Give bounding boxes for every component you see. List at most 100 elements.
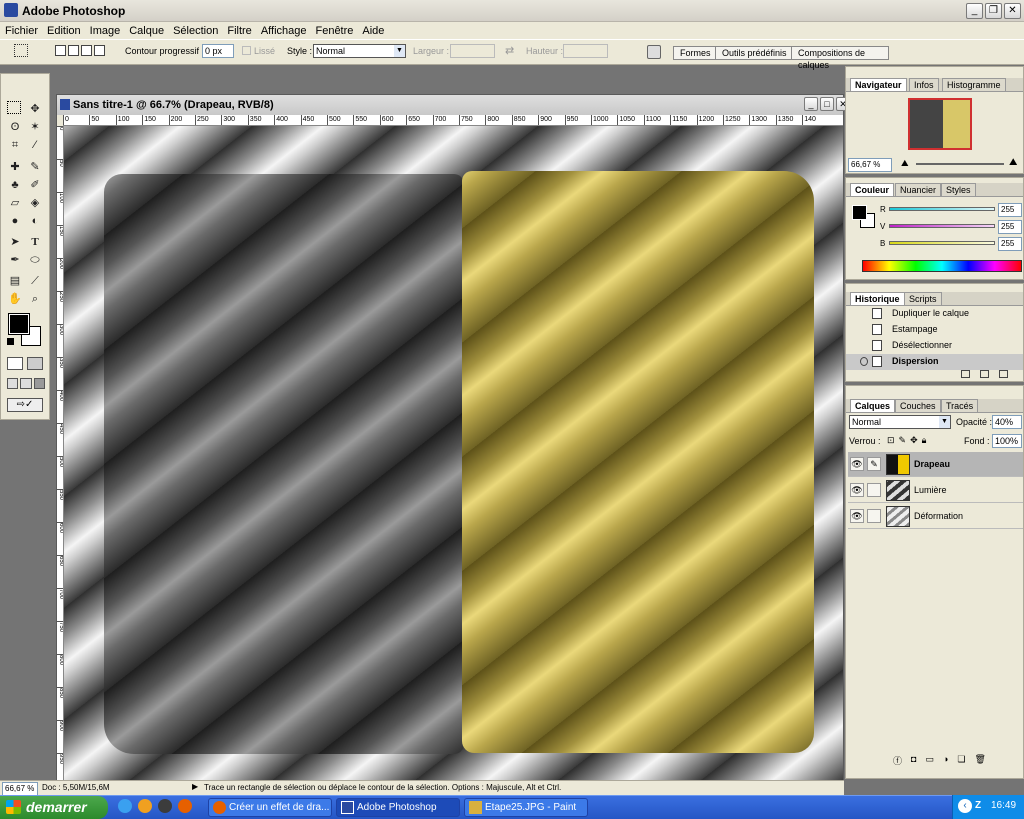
magic-wand-icon[interactable]: ✶	[27, 119, 43, 135]
tab-historique[interactable]: Historique	[850, 292, 905, 305]
firefox-icon[interactable]	[178, 799, 192, 813]
default-colors-icon[interactable]	[7, 338, 14, 345]
layer-row-drapeau[interactable]: 👁︎ ✎ Drapeau	[848, 452, 1023, 477]
visibility-eye-icon[interactable]: 👁︎	[850, 457, 864, 471]
dodge-tool-icon[interactable]: ◐	[27, 213, 43, 229]
minimize-button[interactable]: _	[966, 3, 983, 19]
tab-traces[interactable]: Tracés	[941, 399, 979, 412]
tab-styles[interactable]: Styles	[941, 183, 976, 196]
lock-pixels-icon[interactable]: ✎	[899, 435, 907, 447]
navigator-thumbnail[interactable]	[908, 98, 972, 150]
path-select-icon[interactable]: ➤	[7, 234, 23, 250]
zoom-out-icon[interactable]: ⛰	[901, 158, 909, 169]
screen-mode-icons[interactable]	[7, 378, 45, 389]
quickmask-mode-icon[interactable]	[27, 357, 43, 370]
tab-infos[interactable]: Infos	[909, 78, 939, 91]
visibility-eye-icon[interactable]: 👁︎	[850, 509, 864, 523]
task-firefox[interactable]: Créer un effet de dra...	[208, 798, 332, 817]
menu-filtre[interactable]: Filtre	[227, 25, 251, 37]
task-paint[interactable]: Etape25.JPG - Paint	[464, 798, 588, 817]
imageready-jump-icon[interactable]: ⇨✓	[7, 398, 43, 412]
tab-couches[interactable]: Couches	[895, 399, 941, 412]
close-button[interactable]: ✕	[1004, 3, 1021, 19]
link-empty-icon[interactable]	[867, 483, 881, 497]
back-arrow-icon[interactable]: ‹	[958, 799, 972, 813]
color-spectrum-bar[interactable]	[862, 260, 1022, 272]
tab-outils-predefinis[interactable]: Outils prédéfinis	[715, 46, 794, 60]
tab-compositions[interactable]: Compositions de calques	[791, 46, 889, 70]
navigator-zoom-field[interactable]: 66,67 %	[848, 158, 892, 172]
move-tool-icon[interactable]: ✥	[27, 101, 43, 117]
zoom-field[interactable]: 66,67 %	[2, 782, 38, 796]
healing-brush-icon[interactable]: ✚	[7, 159, 23, 175]
task-photoshop[interactable]: Adobe Photoshop	[336, 798, 460, 817]
menu-selection[interactable]: Sélection	[173, 25, 218, 37]
layer-style-icon[interactable]: ⓕ	[893, 754, 902, 766]
tab-histogramme[interactable]: Histogramme	[942, 78, 1006, 91]
menu-affichage[interactable]: Affichage	[261, 25, 307, 37]
restore-button[interactable]: ❐	[985, 3, 1002, 19]
channel-r-slider[interactable]	[889, 207, 995, 211]
lock-position-icon[interactable]: ✥	[910, 435, 918, 447]
color-fg-swatch[interactable]	[852, 205, 867, 220]
link-empty-icon[interactable]	[867, 509, 881, 523]
style-select[interactable]: Normal ▼	[313, 44, 406, 58]
standard-mode-icon[interactable]	[7, 357, 23, 370]
eyedropper-icon[interactable]: ⟋	[27, 273, 43, 289]
adjustment-layer-icon[interactable]: ◑	[943, 754, 948, 766]
blur-tool-icon[interactable]: ●	[7, 213, 23, 229]
language-icon[interactable]: Z	[975, 795, 981, 817]
media-player-icon[interactable]	[138, 799, 152, 813]
tab-formes[interactable]: Formes	[673, 46, 718, 60]
media-icon[interactable]	[158, 799, 172, 813]
zoom-in-icon[interactable]: ⛰	[1009, 157, 1017, 168]
tab-scripts[interactable]: Scripts	[904, 292, 942, 305]
lock-icons[interactable]: ⊡ ✎ ✥ 🔒︎	[887, 435, 943, 447]
play-icon[interactable]: ▶	[192, 782, 198, 791]
menu-image[interactable]: Image	[90, 25, 121, 37]
swap-icon[interactable]: ⇄	[505, 44, 514, 57]
type-tool-icon[interactable]: T	[27, 234, 43, 250]
new-layer-icon[interactable]: ❏	[957, 754, 965, 766]
channel-v-value[interactable]: 255	[998, 220, 1022, 234]
marquee-preset-icon[interactable]	[14, 44, 28, 57]
layer-mask-icon[interactable]: ◘	[911, 754, 916, 766]
crop-tool-icon[interactable]: ⌗	[7, 137, 23, 153]
height-input[interactable]	[563, 44, 608, 58]
navigator-zoom-slider[interactable]	[916, 163, 1004, 165]
antialias-checkbox[interactable]	[242, 46, 251, 55]
slice-tool-icon[interactable]: ⁄	[27, 137, 43, 153]
stamp-tool-icon[interactable]: ♣	[7, 177, 23, 193]
menu-fichier[interactable]: Fichier	[5, 25, 38, 37]
doc-minimize-button[interactable]: _	[804, 97, 818, 111]
menu-edition[interactable]: Edition	[47, 25, 81, 37]
history-brush-icon[interactable]: ✐	[27, 177, 43, 193]
channel-b-value[interactable]: 255	[998, 237, 1022, 251]
lock-transparency-icon[interactable]: ⊡	[887, 435, 895, 447]
zoom-tool-icon[interactable]: ⌕	[27, 291, 43, 307]
feather-input[interactable]: 0 px	[202, 44, 234, 58]
channel-v-slider[interactable]	[889, 224, 995, 228]
history-item[interactable]: Dupliquer le calque	[846, 306, 1023, 322]
quicklaunch-icons[interactable]	[118, 799, 192, 815]
palette-well-icon[interactable]	[647, 45, 661, 59]
tab-nuancier[interactable]: Nuancier	[895, 183, 942, 196]
canvas[interactable]	[64, 126, 843, 781]
delete-layer-icon[interactable]: 🗑︎	[974, 754, 985, 766]
menu-fenetre[interactable]: Fenêtre	[315, 25, 353, 37]
layers-footer-icons[interactable]: ⓕ ◘ ▭ ◑ ❏ 🗑︎	[893, 754, 1021, 766]
marquee-tool-icon[interactable]	[7, 101, 21, 114]
blend-mode-select[interactable]: Normal ▼	[849, 415, 951, 429]
doc-maximize-button[interactable]: □	[820, 97, 834, 111]
opacity-input[interactable]: 40%	[992, 415, 1022, 429]
shape-tool-icon[interactable]: ⬭	[27, 252, 43, 268]
paint-bucket-icon[interactable]: ◈	[27, 195, 43, 211]
history-item[interactable]: Désélectionner	[846, 338, 1023, 354]
link-brush-icon[interactable]: ✎	[867, 457, 881, 471]
width-input[interactable]	[450, 44, 495, 58]
history-item-active[interactable]: Dispersion	[846, 354, 1023, 370]
layer-row-lumiere[interactable]: 👁︎ Lumière	[848, 478, 1023, 503]
selection-mode-icons[interactable]	[55, 45, 107, 57]
new-set-icon[interactable]: ▭	[925, 754, 934, 766]
channel-b-slider[interactable]	[889, 241, 995, 245]
